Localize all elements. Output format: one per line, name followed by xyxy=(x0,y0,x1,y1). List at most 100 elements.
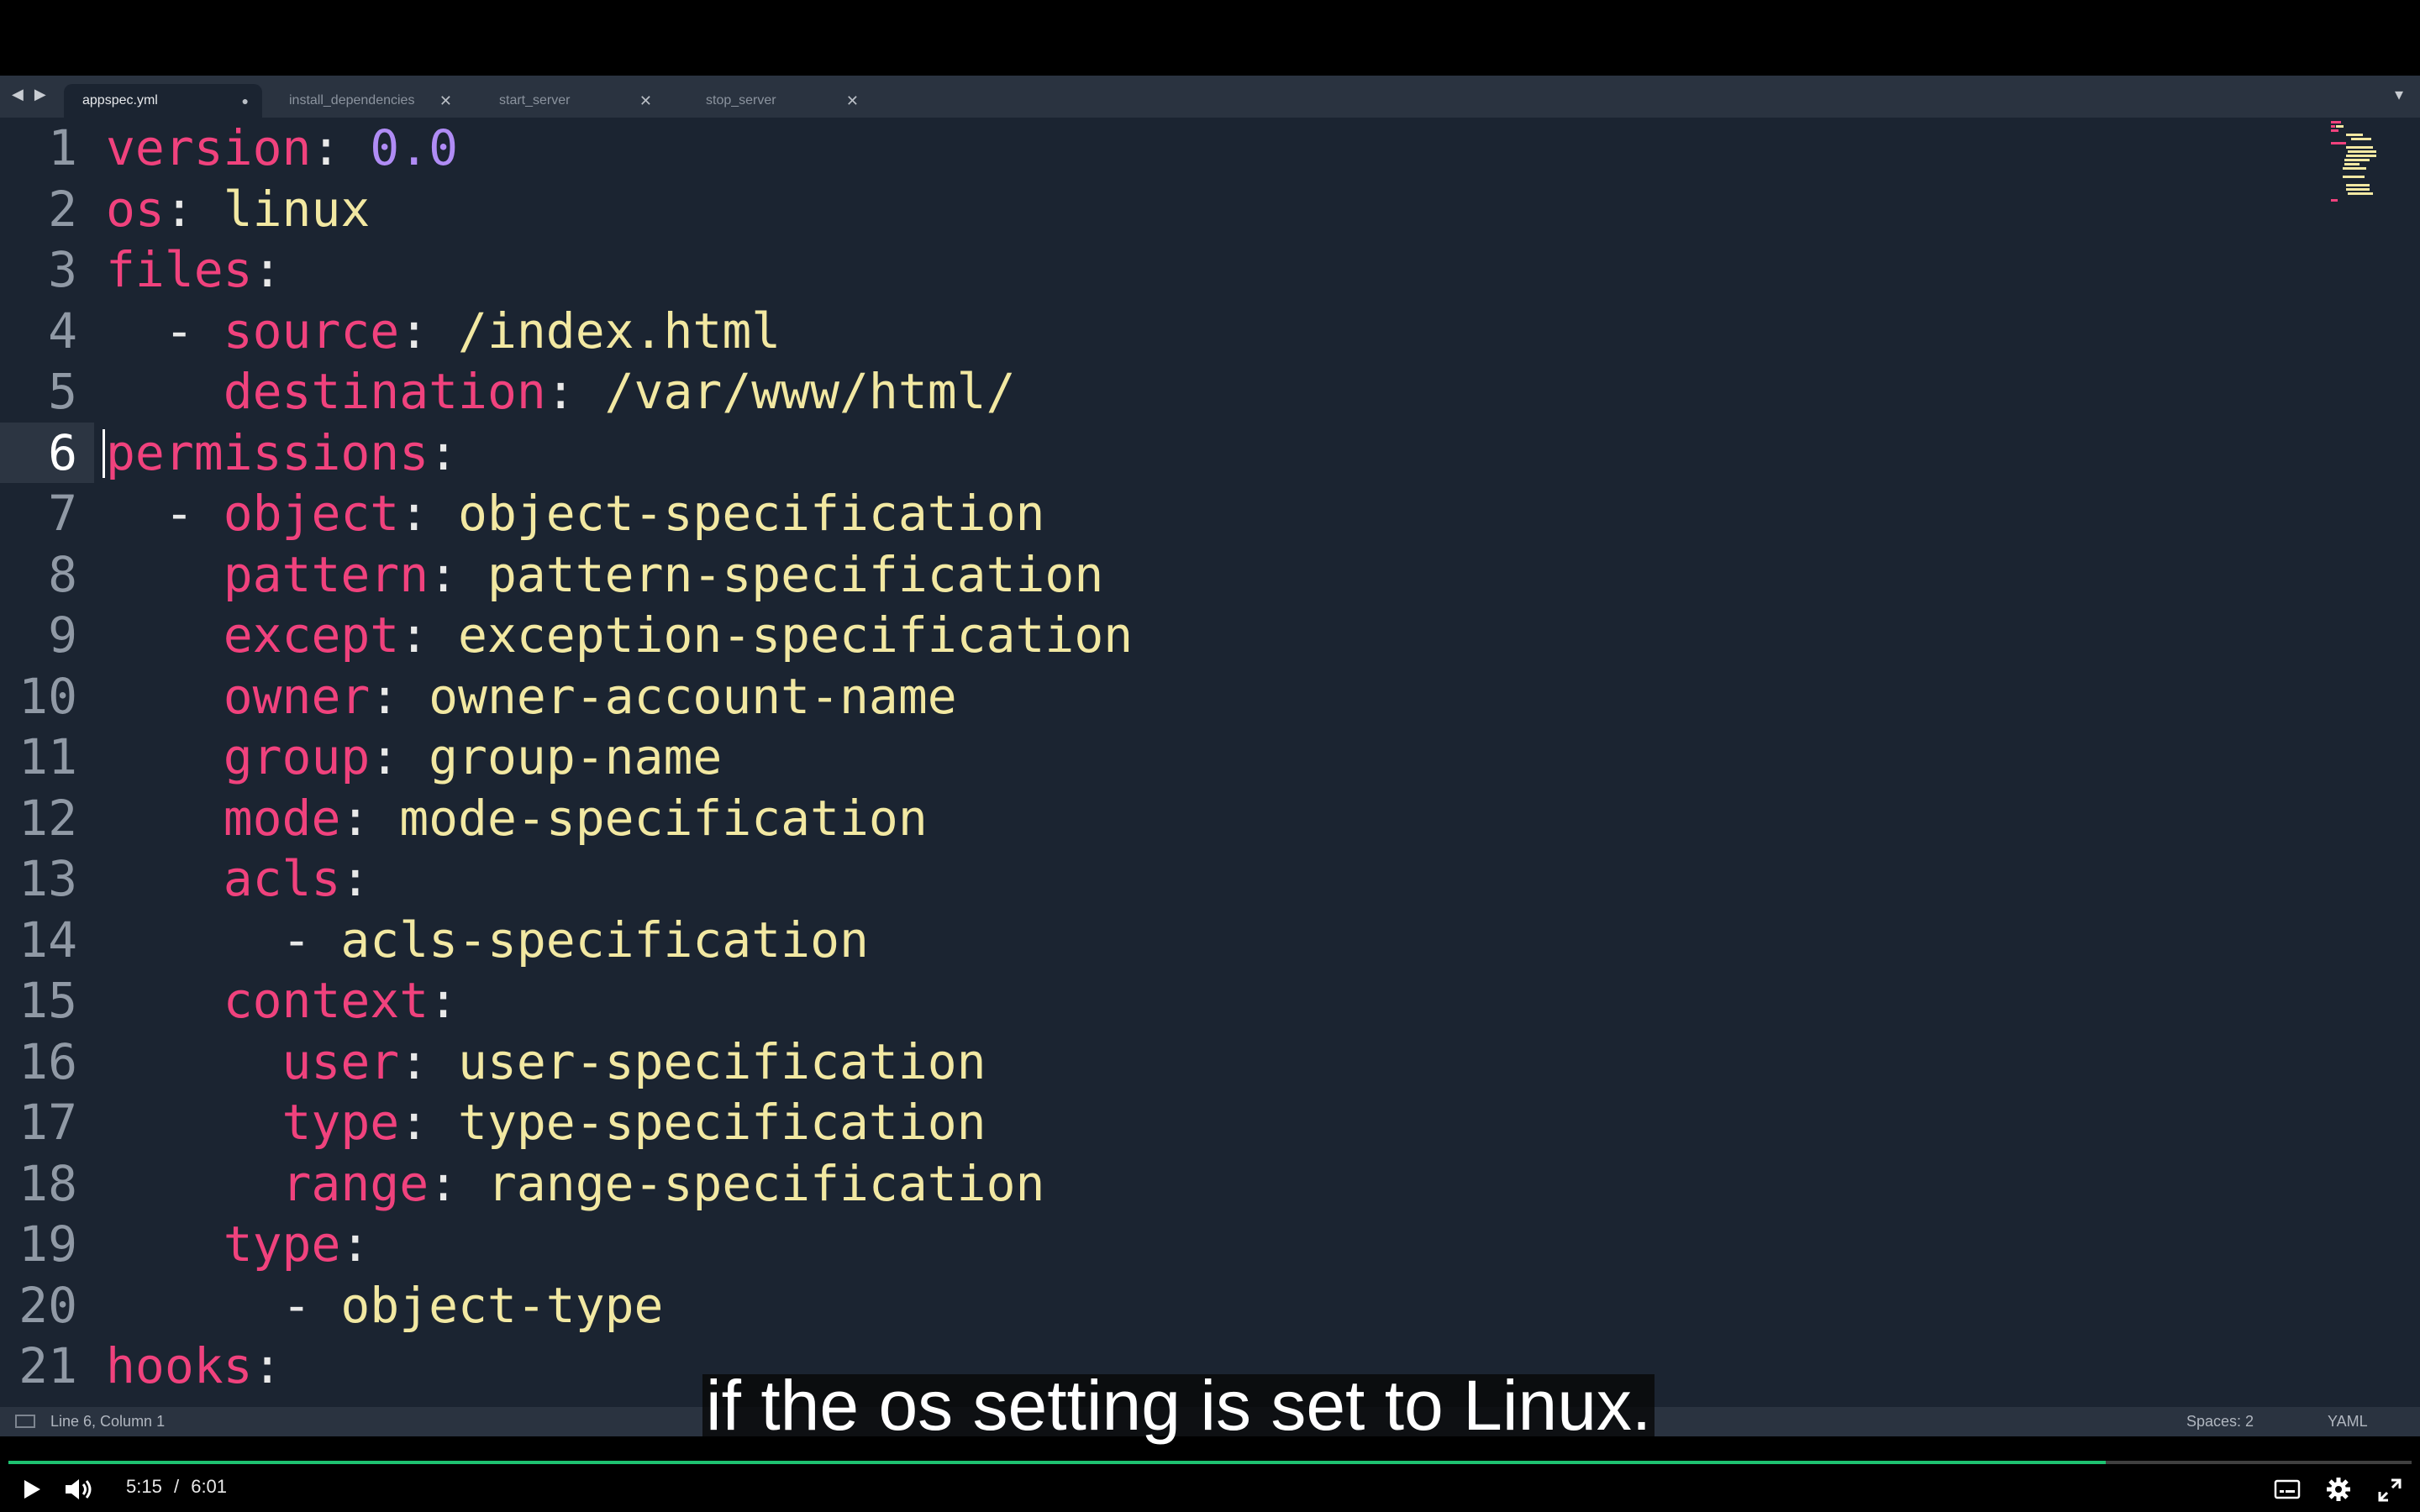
close-icon[interactable]: ✕ xyxy=(439,84,452,118)
code-line[interactable]: 17 type: type-specification xyxy=(0,1092,2319,1152)
yaml-value: object-specification xyxy=(458,485,1045,542)
code-line[interactable]: 19 type: xyxy=(0,1214,2319,1274)
line-number: 10 xyxy=(18,667,77,725)
yaml-punctuation: : xyxy=(311,119,371,176)
yaml-value: 0.0 xyxy=(370,119,459,176)
code-line[interactable]: 1 version: 0.0 xyxy=(0,118,2319,178)
yaml-punctuation xyxy=(106,546,224,603)
yaml-key: acls xyxy=(223,850,341,907)
yaml-punctuation: : xyxy=(399,302,459,360)
tab-appspec-yml[interactable]: appspec.yml ● xyxy=(64,84,262,118)
syntax-mode[interactable]: YAML xyxy=(2328,1407,2368,1436)
exit-fullscreen-icon[interactable] xyxy=(2378,1478,2402,1502)
code-line[interactable]: 5 destination: /var/www/html/ xyxy=(0,361,2319,422)
play-icon[interactable] xyxy=(22,1478,42,1500)
code-line[interactable]: 10 owner: owner-account-name xyxy=(0,666,2319,727)
code-line[interactable]: 13 acls: xyxy=(0,848,2319,909)
yaml-key: os xyxy=(106,180,165,238)
yaml-punctuation: : xyxy=(252,241,282,298)
code-line[interactable]: 3 files: xyxy=(0,239,2319,300)
yaml-key: range xyxy=(281,1154,429,1212)
time-separator: / xyxy=(173,1476,180,1497)
line-number: 2 xyxy=(48,180,77,238)
code-line[interactable]: 9 except: exception-specification xyxy=(0,605,2319,665)
line-text: group: group-name xyxy=(106,727,723,787)
yaml-key: user xyxy=(281,1032,400,1090)
yaml-punctuation: - xyxy=(106,302,224,360)
yaml-key: except xyxy=(223,606,400,664)
line-text: version: 0.0 xyxy=(106,118,458,178)
line-number: 11 xyxy=(18,728,77,785)
time-display: 5:15 / 6:01 xyxy=(126,1476,227,1498)
yaml-key: hooks xyxy=(106,1337,253,1394)
line-number: 14 xyxy=(18,911,77,969)
close-icon[interactable]: ✕ xyxy=(639,84,652,118)
tab-start-server[interactable]: start_server ✕ xyxy=(481,84,666,118)
yaml-value: type-specification xyxy=(458,1094,986,1151)
yaml-key: type xyxy=(281,1094,400,1151)
line-number: 21 xyxy=(18,1337,77,1394)
tab-label: appspec.yml xyxy=(82,93,158,108)
yaml-value: owner-account-name xyxy=(429,667,957,725)
letterbox-top xyxy=(0,0,2420,76)
line-text: hooks: xyxy=(106,1336,282,1396)
yaml-punctuation xyxy=(106,668,224,725)
line-number: 20 xyxy=(18,1276,77,1334)
yaml-punctuation xyxy=(106,1215,224,1273)
line-number: 3 xyxy=(48,241,77,298)
code-line[interactable]: 6 permissions: xyxy=(0,422,2319,483)
code-line[interactable]: 20 - object-type xyxy=(0,1275,2319,1336)
line-text: - acls-specification xyxy=(106,910,869,970)
yaml-value: acls-specification xyxy=(340,911,869,969)
minimap[interactable] xyxy=(2331,119,2381,212)
tab-menu-chevron-icon[interactable]: ▾ xyxy=(2395,84,2403,105)
line-text: - source: /index.html xyxy=(106,301,781,361)
line-number: 9 xyxy=(48,606,77,664)
tab-label: install_dependencies xyxy=(289,93,415,108)
line-number: 7 xyxy=(48,485,77,542)
yaml-punctuation xyxy=(106,1155,282,1212)
line-number: 17 xyxy=(18,1094,77,1151)
line-text: acls: xyxy=(106,848,371,909)
yaml-punctuation xyxy=(106,972,224,1029)
text-cursor xyxy=(103,428,105,478)
yaml-punctuation: : xyxy=(399,1032,459,1090)
line-text: mode: mode-specification xyxy=(106,788,928,848)
code-line[interactable]: 7 - object: object-specification xyxy=(0,483,2319,543)
code-line[interactable]: 16 user: user-specification xyxy=(0,1032,2319,1092)
code-line[interactable]: 11 group: group-name xyxy=(0,727,2319,787)
tab-label: start_server xyxy=(499,93,571,108)
indentation-setting[interactable]: Spaces: 2 xyxy=(2186,1407,2254,1436)
subtitles-icon[interactable] xyxy=(2274,1478,2301,1500)
line-text: type: xyxy=(106,1214,371,1274)
line-number: 15 xyxy=(18,972,77,1029)
yaml-punctuation: : xyxy=(429,972,459,1029)
volume-icon[interactable] xyxy=(64,1478,94,1501)
settings-gear-icon[interactable] xyxy=(2326,1477,2351,1502)
line-number: 5 xyxy=(48,363,77,420)
tab-install-dependencies[interactable]: install_dependencies ✕ xyxy=(271,84,466,118)
code-line[interactable]: 14 - acls-specification xyxy=(0,910,2319,970)
yaml-punctuation: : xyxy=(340,1215,371,1273)
yaml-punctuation: : xyxy=(429,1154,487,1212)
code-line[interactable]: 18 range: range-specification xyxy=(0,1153,2319,1214)
line-number: 19 xyxy=(18,1215,77,1273)
yaml-punctuation xyxy=(106,850,224,907)
code-line[interactable]: 15 context: xyxy=(0,970,2319,1031)
code-line[interactable]: 4 - source: /index.html xyxy=(0,301,2319,361)
code-line[interactable]: 8 pattern: pattern-specification xyxy=(0,544,2319,605)
yaml-value: /var/www/html/ xyxy=(604,363,1016,420)
unsaved-dot-icon[interactable]: ● xyxy=(242,84,249,118)
close-icon[interactable]: ✕ xyxy=(846,84,859,118)
yaml-value: exception-specification xyxy=(458,606,1134,664)
code-line[interactable]: 2 os: linux xyxy=(0,179,2319,239)
cursor-position: Line 6, Column 1 xyxy=(50,1413,166,1430)
panel-toggle-icon[interactable] xyxy=(15,1415,35,1428)
yaml-punctuation xyxy=(106,363,224,420)
tab-stop-server[interactable]: stop_server ✕ xyxy=(687,84,872,118)
yaml-key: pattern xyxy=(223,545,429,603)
code-line[interactable]: 12 mode: mode-specification xyxy=(0,788,2319,848)
tab-nav-arrows-icon[interactable]: ◀ ▶ xyxy=(12,86,50,103)
yaml-key: type xyxy=(223,1215,341,1273)
tab-bar: ◀ ▶ appspec.yml ● install_dependencies ✕… xyxy=(0,76,2420,118)
